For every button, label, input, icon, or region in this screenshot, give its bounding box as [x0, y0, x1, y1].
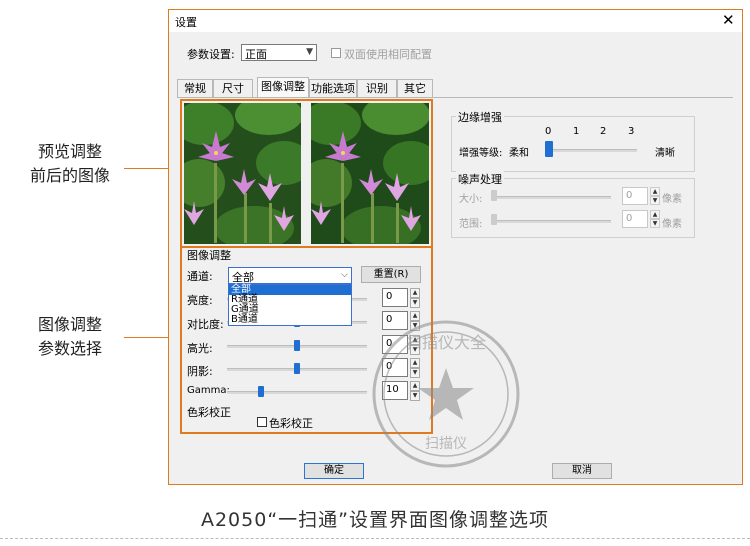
tab-divider — [177, 97, 733, 98]
param-setting-select[interactable]: 正面 ▼ — [241, 44, 317, 61]
channel-value: 全部 — [232, 271, 254, 284]
tab-general-label: 常规 — [184, 82, 206, 95]
color-correction-label: 色彩校正 — [269, 417, 313, 430]
scanner-watermark-stamp: 扫描仪大全 扫描仪 — [370, 318, 522, 470]
preview-annotation-line2: 前后的图像 — [29, 166, 110, 185]
brightness-value-input[interactable]: 0 — [382, 288, 408, 307]
noise-size-slider-thumb[interactable] — [491, 190, 497, 201]
edge-enhance-title: 边缘增强 — [456, 109, 504, 125]
duplex-checkbox[interactable] — [331, 48, 341, 58]
noise-range-input[interactable]: 0 — [622, 210, 648, 228]
channel-dropdown-list: 全部 R通道 G通道 B通道 — [228, 284, 352, 326]
edge-tick-3: 3 — [628, 126, 635, 137]
channel-select[interactable]: 全部 ⌵ — [228, 267, 352, 284]
bottom-dashed-rule — [0, 538, 750, 539]
tab-recognition[interactable]: 识别 — [357, 79, 397, 97]
noise-range-slider-thumb[interactable] — [491, 214, 497, 225]
tab-size-label: 尺寸 — [222, 82, 244, 95]
edge-level-slider[interactable] — [545, 149, 637, 152]
figure-caption: A2050“一扫通”设置界面图像调整选项 — [200, 509, 550, 531]
window-title: 设置 — [175, 16, 197, 29]
color-correction-checkbox[interactable] — [257, 417, 267, 427]
title-bar: 设置 ✕ — [169, 10, 742, 32]
chevron-down-icon: ⌵ — [341, 270, 348, 280]
adjust-annotation-line1: 图像调整 — [37, 315, 102, 334]
tab-other-label: 其它 — [404, 82, 426, 95]
tab-image-adjust-label: 图像调整 — [261, 80, 305, 93]
noise-range-slider[interactable] — [491, 220, 611, 223]
noise-size-down-arrow-icon[interactable]: ▼ — [650, 196, 660, 205]
svg-text:扫描仪大全: 扫描仪大全 — [406, 333, 486, 352]
cancel-button[interactable]: 取消 — [552, 463, 612, 479]
adjust-annotation-line2: 参数选择 — [37, 339, 102, 358]
edge-tick-2: 2 — [600, 126, 607, 137]
highlight-slider-thumb[interactable] — [294, 340, 300, 351]
image-adjust-group-title: 图像调整 — [187, 249, 231, 262]
preview-annotation: 预览调整 前后的图像 — [0, 140, 140, 188]
gamma-label: Gamma: — [187, 385, 230, 396]
reset-button[interactable]: 重置(R) — [361, 266, 421, 283]
edge-tick-0: 0 — [545, 126, 552, 137]
noise-size-input[interactable]: 0 — [622, 187, 648, 205]
tab-function-options[interactable]: 功能选项 — [309, 79, 357, 97]
brightness-up-arrow-icon[interactable]: ▲ — [410, 288, 420, 298]
chevron-down-icon: ▼ — [306, 47, 313, 57]
tab-other[interactable]: 其它 — [397, 79, 433, 97]
noise-range-down-arrow-icon[interactable]: ▼ — [650, 219, 660, 228]
channel-label: 通道: — [187, 270, 213, 283]
tab-image-adjust[interactable]: 图像调整 — [257, 77, 309, 98]
param-setting-value: 正面 — [245, 48, 267, 61]
adjust-annotation: 图像调整 参数选择 — [0, 313, 140, 361]
tab-recognition-label: 识别 — [366, 82, 388, 95]
noise-size-up-arrow-icon[interactable]: ▲ — [650, 187, 660, 196]
gamma-slider[interactable] — [227, 391, 367, 394]
color-correction-section-title: 色彩校正 — [187, 406, 231, 419]
param-setting-label: 参数设置: — [187, 48, 235, 61]
tab-function-options-label: 功能选项 — [311, 82, 355, 95]
edge-tick-1: 1 — [573, 126, 580, 137]
noise-title: 噪声处理 — [456, 171, 504, 187]
noise-range-label: 范围: — [459, 219, 483, 230]
noise-size-label: 大小: — [459, 194, 483, 205]
brightness-down-arrow-icon[interactable]: ▼ — [410, 298, 420, 308]
noise-range-unit: 像素 — [662, 219, 682, 230]
highlight-label: 高光: — [187, 342, 213, 355]
shadow-slider-thumb[interactable] — [294, 363, 300, 374]
duplex-label: 双面使用相同配置 — [344, 48, 432, 61]
brightness-label: 亮度: — [187, 294, 213, 307]
contrast-label: 对比度: — [187, 318, 224, 331]
edge-level-label: 增强等级: — [459, 148, 503, 159]
preview-annotation-line1: 预览调整 — [37, 142, 102, 161]
noise-range-up-arrow-icon[interactable]: ▲ — [650, 210, 660, 219]
noise-size-unit: 像素 — [662, 194, 682, 205]
tab-general[interactable]: 常规 — [177, 79, 213, 97]
preview-before-image — [184, 103, 301, 244]
tab-size[interactable]: 尺寸 — [213, 79, 253, 97]
edge-sharp-label: 清晰 — [655, 148, 675, 159]
svg-text:扫描仪: 扫描仪 — [425, 436, 467, 452]
preview-after-image — [311, 103, 429, 244]
gamma-slider-thumb[interactable] — [257, 386, 264, 397]
ok-button[interactable]: 确定 — [304, 463, 364, 479]
edge-soft-label: 柔和 — [509, 148, 529, 159]
edge-level-slider-thumb[interactable] — [545, 141, 553, 157]
noise-size-slider[interactable] — [491, 196, 611, 199]
shadow-label: 阴影: — [187, 365, 213, 378]
close-icon[interactable]: ✕ — [722, 11, 735, 29]
channel-option-b[interactable]: B通道 — [229, 315, 351, 325]
